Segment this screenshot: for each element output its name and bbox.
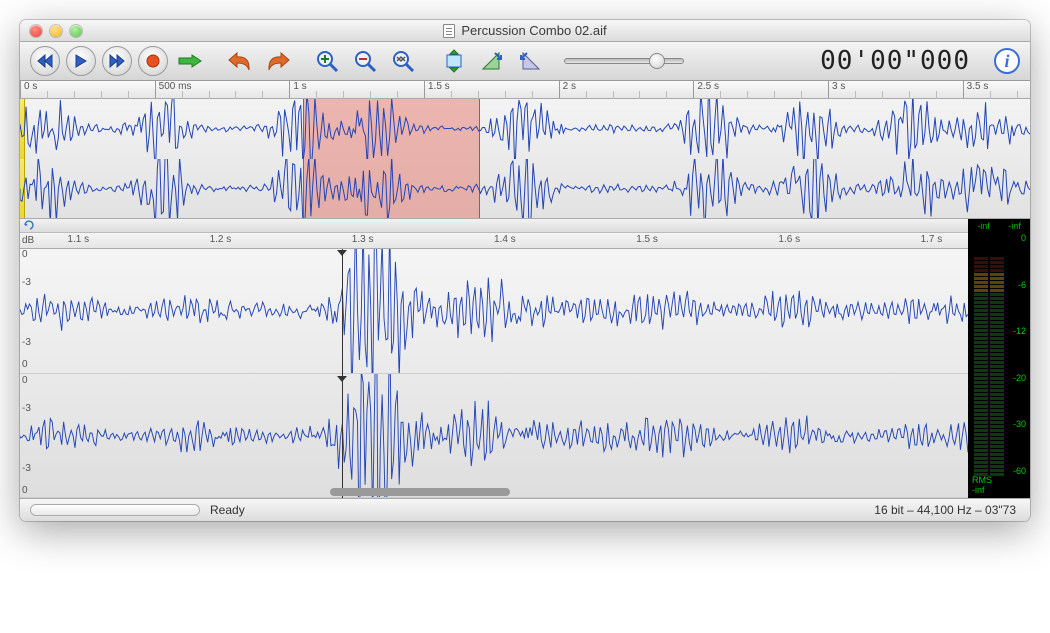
detail-ruler-tick: 1.6 s [778, 234, 800, 245]
overview-channel-right [20, 159, 1030, 219]
document-icon [443, 24, 455, 38]
ruler-tick: 500 ms [155, 81, 192, 98]
meter-peak-left: -inf [977, 221, 990, 231]
file-info: 16 bit – 44,100 Hz – 03"73 [874, 503, 1030, 517]
time-counter: 00'00"000 [820, 46, 976, 76]
detail-row: 1.1 s1.2 s1.3 s1.4 s1.5 s1.6 s1.7 s dB 0… [20, 219, 1030, 499]
status-bar: Ready 16 bit – 44,100 Hz – 03"73 [20, 499, 1030, 521]
status-text: Ready [210, 503, 245, 517]
detail-scrollbar[interactable] [330, 488, 510, 496]
fade-out-button[interactable] [514, 47, 546, 75]
volume-slider[interactable] [564, 58, 684, 64]
detail-ruler-tick: 1.2 s [210, 234, 232, 245]
zoom-in-button[interactable] [312, 47, 344, 75]
record-button[interactable] [138, 46, 168, 76]
ruler-tick: 0 s [20, 81, 37, 98]
info-button[interactable]: i [994, 48, 1020, 74]
titlebar: Percussion Combo 02.aif [20, 20, 1030, 42]
detail-ruler-tick: 1.7 s [921, 234, 943, 245]
progress-bar [30, 504, 200, 516]
redo-button[interactable] [262, 47, 294, 75]
rewind-button[interactable] [30, 46, 60, 76]
overview-waveform[interactable] [20, 99, 1030, 219]
fade-in-button[interactable] [476, 47, 508, 75]
ruler-tick: 1.5 s [424, 81, 450, 98]
overview-ruler[interactable]: 0 s 500 ms 1 s 1.5 s 2 s 2.5 s 3 s 3.5 s [20, 81, 1030, 99]
undo-button[interactable] [224, 47, 256, 75]
fast-forward-button[interactable] [102, 46, 132, 76]
detail-ruler-tick: 1.3 s [352, 234, 374, 245]
detail-ruler[interactable]: 1.1 s 1.2 s 1.3 s 1.4 s 1.5 s 1.6 s 1.7 s [20, 233, 968, 249]
title-text: Percussion Combo 02.aif [461, 23, 606, 38]
detail-ruler-tick: 1.4 s [494, 234, 516, 245]
level-meter: -inf -inf 0 -6 -12 -20 -30 -60 RMS -inf [968, 219, 1030, 498]
loop-header[interactable] [20, 219, 968, 233]
close-icon[interactable] [30, 25, 42, 37]
ruler-tick: 1 s [289, 81, 306, 98]
play-button[interactable] [66, 46, 96, 76]
meter-bars [974, 233, 1004, 476]
meter-scale: 0 -6 -12 -20 -30 -60 [1013, 233, 1026, 476]
ruler-tick: 3.5 s [963, 81, 989, 98]
window-controls [20, 25, 82, 37]
detail-channel-right [20, 374, 968, 499]
go-button[interactable] [174, 47, 206, 75]
playhead-cursor[interactable] [342, 249, 343, 498]
detail-ruler-tick: 1.5 s [636, 234, 658, 245]
playhead-marker-mid-icon [337, 375, 347, 383]
vertical-fit-button[interactable] [438, 47, 470, 75]
meter-peak-right: -inf [1008, 221, 1021, 231]
slider-thumb-icon[interactable] [649, 53, 665, 69]
ruler-tick: 3 s [828, 81, 845, 98]
minimize-icon[interactable] [50, 25, 62, 37]
loop-region-icon [24, 220, 36, 230]
meter-value: -inf [972, 486, 992, 496]
zoom-out-button[interactable] [350, 47, 382, 75]
ruler-tick: 2 s [559, 81, 576, 98]
detail-ruler-tick: 1.1 s [67, 234, 89, 245]
zoom-icon[interactable] [70, 25, 82, 37]
overview-channel-left [20, 99, 1030, 159]
playhead-marker-top-icon [337, 249, 347, 257]
detail-channel-left [20, 249, 968, 374]
ruler-tick: 2.5 s [693, 81, 719, 98]
detail-panel[interactable]: 1.1 s1.2 s1.3 s1.4 s1.5 s1.6 s1.7 s dB 0… [20, 219, 968, 498]
zoom-fit-button[interactable] [388, 47, 420, 75]
audio-editor-window: Percussion Combo 02.aif [20, 20, 1030, 521]
toolbar: 00'00"000 i [20, 42, 1030, 81]
window-title: Percussion Combo 02.aif [20, 23, 1030, 38]
